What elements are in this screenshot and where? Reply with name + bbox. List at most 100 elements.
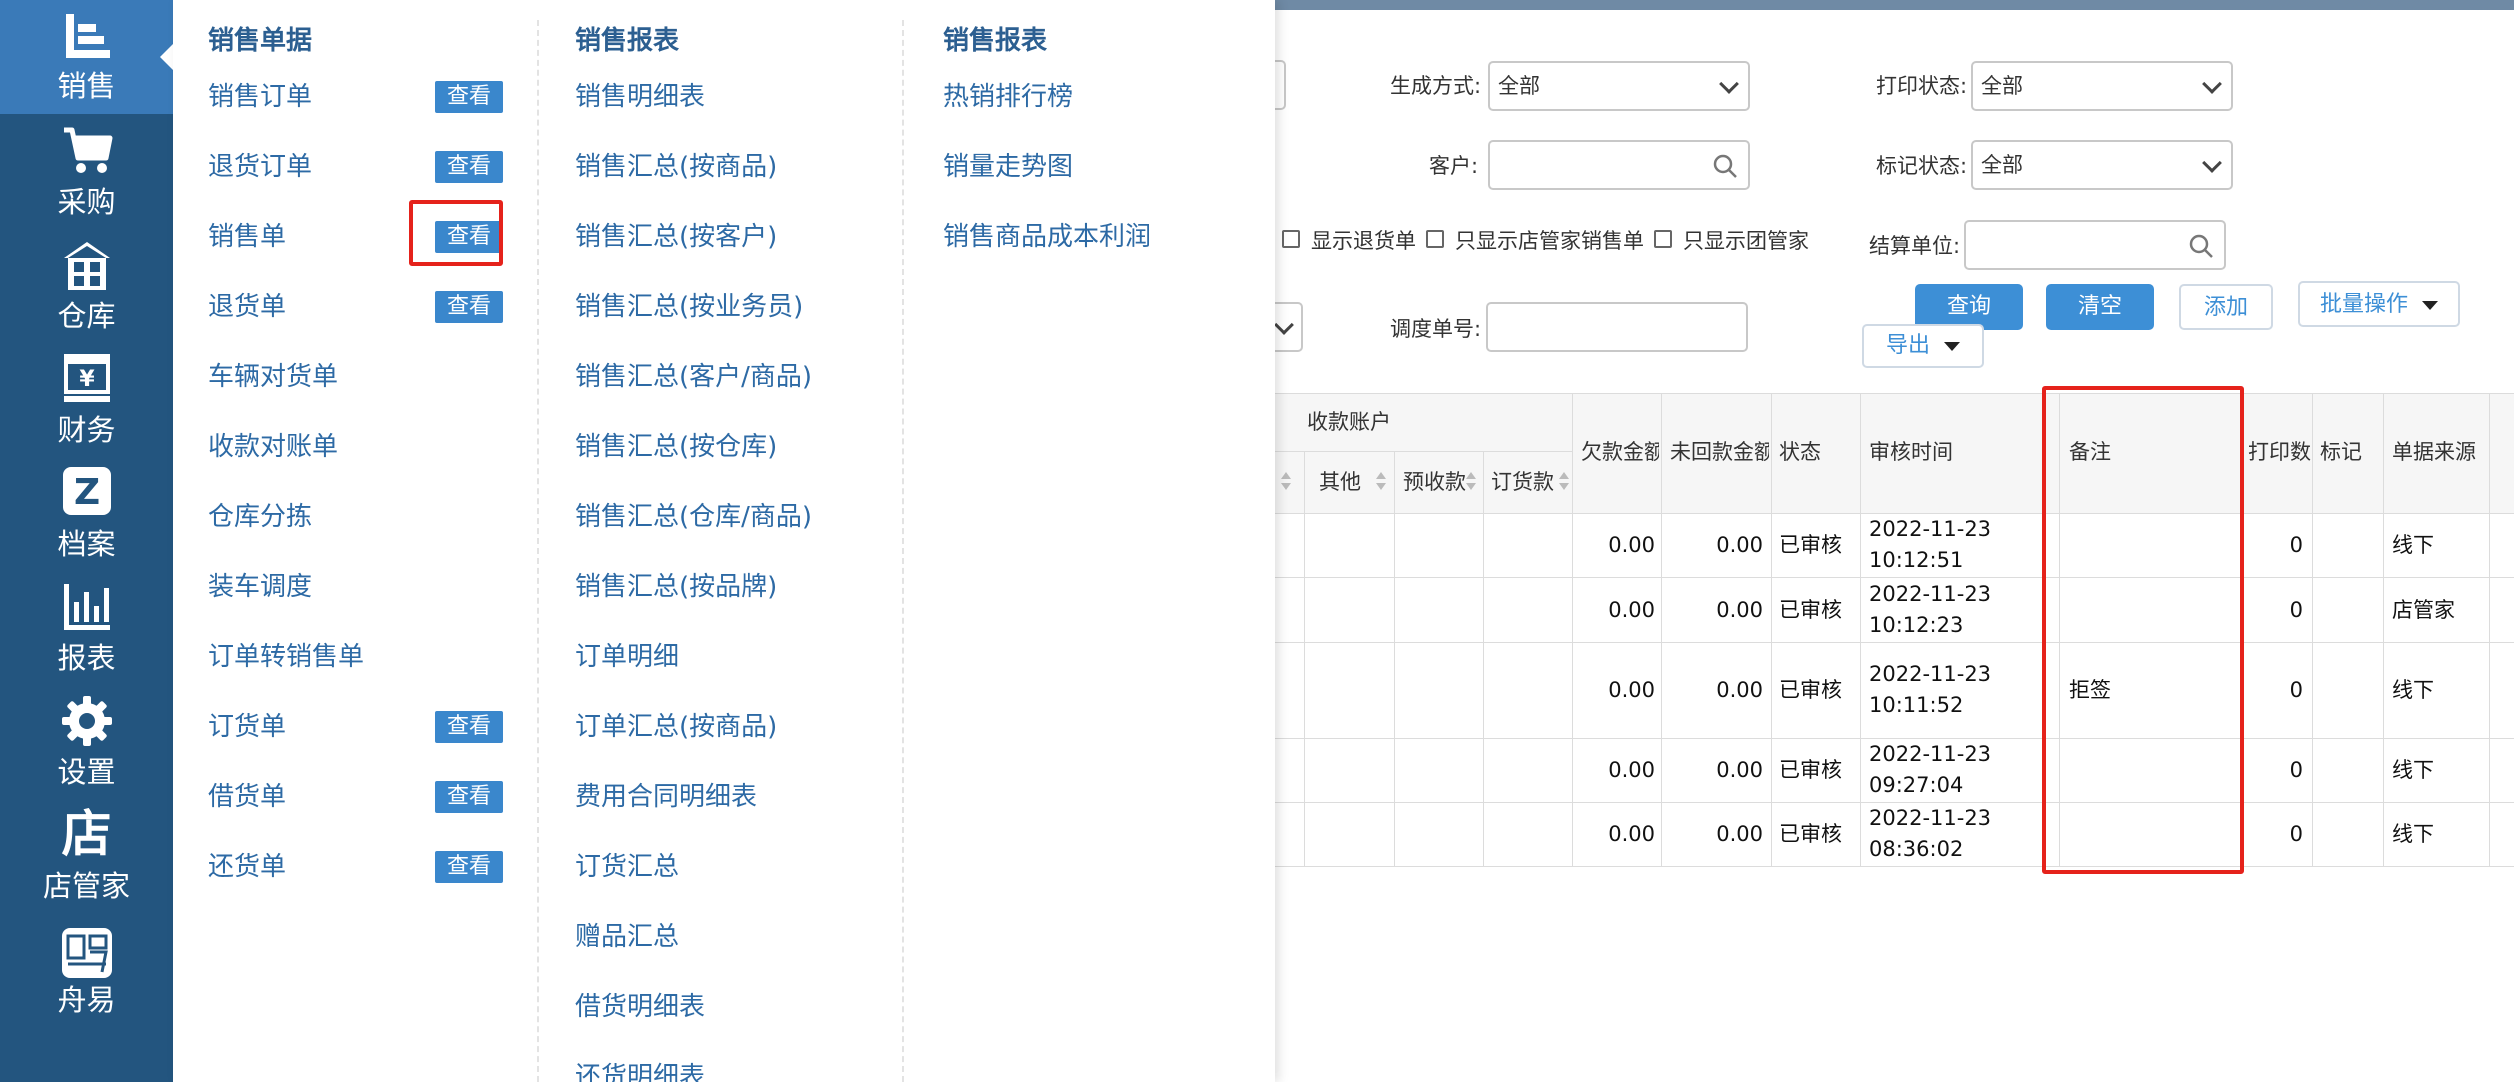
menu-item[interactable]: 销售单	[208, 220, 286, 254]
menu-item[interactable]: 订单汇总(按商品)	[575, 710, 777, 744]
table-cell-source: 线下	[2392, 678, 2434, 702]
nav-item-sales[interactable]: 销售	[0, 0, 173, 114]
table-cell-date: 2022-11-23	[1869, 662, 1992, 686]
menu-item[interactable]: 销售汇总(按品牌)	[575, 570, 777, 604]
sales-icon	[65, 14, 110, 58]
menu-item[interactable]: 销售明细表	[575, 80, 705, 114]
menu-item[interactable]: 装车调度	[208, 570, 312, 604]
nav-label: 销售	[57, 69, 116, 103]
nav-item-settings[interactable]: 设置	[0, 684, 173, 798]
table-cell-debt: 0.00	[1608, 533, 1655, 557]
view-button[interactable]: 查看	[435, 81, 503, 113]
view-button-highlight	[409, 200, 503, 266]
menu-item[interactable]: 借货明细表	[575, 990, 705, 1024]
col-audit-time: 审核时间	[1869, 440, 1953, 464]
nav-label: 采购	[57, 185, 116, 219]
nav-item-archive[interactable]: Z 档案	[0, 456, 173, 570]
menu-item[interactable]: 销售商品成本利润	[943, 220, 1151, 254]
chevron-down-icon	[1719, 74, 1739, 94]
menu-item[interactable]: 退货订单	[208, 150, 312, 184]
zhouyi-icon	[61, 928, 112, 978]
menu-item[interactable]: 订货单	[208, 710, 286, 744]
table-cell-unpaid: 0.00	[1716, 533, 1763, 557]
nav-item-store[interactable]: 店 店管家	[0, 798, 173, 912]
table-cell-time: 08:36:02	[1869, 837, 1964, 861]
print-status-label: 打印状态:	[1876, 74, 1968, 98]
nav-label: 仓库	[57, 299, 116, 333]
dispatch-no-input[interactable]	[1486, 302, 1748, 352]
menu-item[interactable]: 订货汇总	[575, 850, 679, 884]
menu-item[interactable]: 销售汇总(仓库/商品)	[575, 500, 812, 534]
menu-item[interactable]: 订单转销售单	[208, 640, 364, 674]
sort-icon[interactable]	[1557, 469, 1571, 493]
print-status-value: 全部	[1981, 74, 2023, 98]
search-icon[interactable]	[2188, 233, 2214, 259]
col-order-payment: 订货款	[1491, 470, 1554, 494]
view-button[interactable]: 查看	[435, 781, 503, 813]
menu-col3-title: 销售报表	[943, 26, 1048, 56]
menu-item[interactable]: 销售订单	[208, 80, 312, 114]
table-cell-unpaid: 0.00	[1716, 822, 1763, 846]
view-button[interactable]: 查看	[435, 151, 503, 183]
export-button[interactable]: 导出	[1862, 324, 1984, 368]
nav-item-zhouyi[interactable]: 舟易	[0, 912, 173, 1026]
nav-item-report[interactable]: 报表	[0, 570, 173, 684]
only-group-checkbox[interactable]	[1654, 230, 1672, 248]
show-return-checkbox[interactable]	[1282, 230, 1300, 248]
report-icon	[63, 584, 110, 630]
table-cell-status: 已审核	[1779, 758, 1842, 782]
table-cell-debt: 0.00	[1608, 758, 1655, 782]
menu-item[interactable]: 赠品汇总	[575, 920, 679, 954]
menu-item[interactable]: 费用合同明细表	[575, 780, 757, 814]
search-icon[interactable]	[1712, 153, 1738, 179]
store-icon: 店	[61, 805, 112, 863]
menu-item[interactable]: 销售汇总(按客户)	[575, 220, 777, 254]
menu-item[interactable]: 销售汇总(按仓库)	[575, 430, 777, 464]
menu-item[interactable]: 退货单	[208, 290, 286, 324]
customer-input[interactable]	[1488, 140, 1750, 190]
print-status-select[interactable]: 全部	[1971, 61, 2233, 111]
menu-item[interactable]: 热销排行榜	[943, 80, 1073, 114]
menu-item[interactable]: 借货单	[208, 780, 286, 814]
nav-item-purchase[interactable]: 采购	[0, 114, 173, 228]
table-cell-status: 已审核	[1779, 822, 1842, 846]
settle-unit-label: 结算单位:	[1869, 234, 1961, 258]
sort-icon[interactable]	[1279, 469, 1293, 493]
svg-text:¥: ¥	[79, 367, 95, 392]
sort-icon[interactable]	[1374, 469, 1388, 493]
menu-item[interactable]: 销售汇总(按商品)	[575, 150, 777, 184]
nav-item-finance[interactable]: ¥ 财务	[0, 342, 173, 456]
remark-column-highlight	[2042, 386, 2244, 874]
menu-item[interactable]: 仓库分拣	[208, 500, 312, 534]
batch-ops-button[interactable]: 批量操作	[2298, 281, 2460, 327]
settle-unit-input[interactable]	[1964, 220, 2226, 270]
col-group-account: 收款账户	[1307, 410, 1391, 434]
menu-col1-title: 销售单据	[208, 26, 313, 56]
menu-item[interactable]: 还货单	[208, 850, 286, 884]
menu-item[interactable]: 收款对账单	[208, 430, 338, 464]
warehouse-icon	[63, 242, 110, 290]
mark-status-select[interactable]: 全部	[1971, 140, 2233, 190]
menu-item[interactable]: 销售汇总(客户/商品)	[575, 360, 812, 394]
menu-item[interactable]: 销量走势图	[943, 150, 1073, 184]
view-button[interactable]: 查看	[435, 711, 503, 743]
clear-button[interactable]: 清空	[2046, 284, 2154, 330]
col-other: 其他	[1319, 470, 1361, 494]
col-mark: 标记	[2320, 440, 2362, 464]
view-button[interactable]: 查看	[435, 851, 503, 883]
menu-item[interactable]: 还货明细表	[575, 1060, 705, 1082]
add-button[interactable]: 添加	[2179, 284, 2273, 330]
only-store-checkbox[interactable]	[1426, 230, 1444, 248]
col-unpaid: 未回款金额	[1670, 440, 1769, 464]
table-cell-date: 2022-11-23	[1869, 517, 1992, 541]
sort-icon[interactable]	[1464, 469, 1478, 493]
menu-item[interactable]: 车辆对货单	[208, 360, 338, 394]
menu-item[interactable]: 订单明细	[575, 640, 679, 674]
menu-item[interactable]: 销售汇总(按业务员)	[575, 290, 803, 324]
gen-method-label: 生成方式:	[1390, 74, 1482, 98]
table-cell-time: 10:12:23	[1869, 612, 1964, 637]
nav-label: 舟易	[57, 983, 116, 1017]
nav-item-warehouse[interactable]: 仓库	[0, 228, 173, 342]
view-button[interactable]: 查看	[435, 291, 503, 323]
gen-method-select[interactable]: 全部	[1488, 61, 1750, 111]
